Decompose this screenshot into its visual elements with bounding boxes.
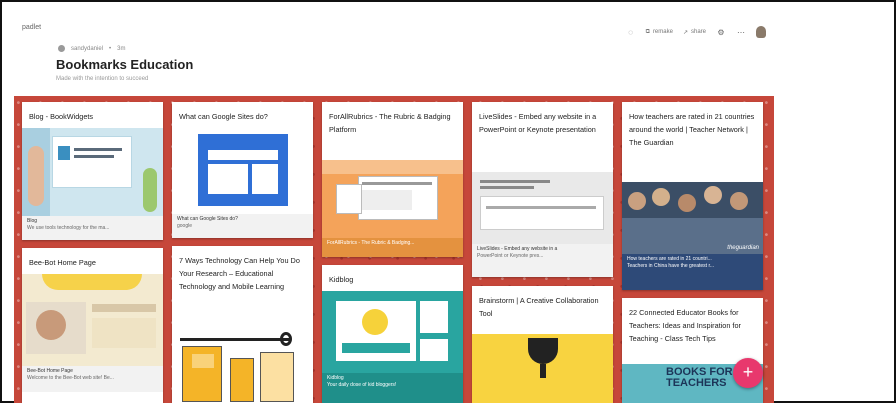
preview-title: How teachers are rated in 21 countri... — [627, 256, 712, 262]
add-post-button[interactable]: + — [733, 358, 763, 388]
post-image — [472, 172, 613, 244]
post-title: LiveSlides - Embed any website in a Powe… — [479, 112, 597, 134]
breadcrumb-separator: • — [109, 45, 112, 52]
post-title: Kidblog — [329, 275, 354, 284]
remake-label: remake — [652, 29, 673, 35]
post-card[interactable]: What can Google Sites do? What can Googl… — [172, 102, 313, 238]
post-preview: Kidblog Your daily dose of kid bloggers! — [322, 373, 463, 403]
post-title: How teachers are rated in 21 countries a… — [629, 112, 755, 147]
preview-title: ForAllRubrics - The Rubric & Badging... — [327, 240, 415, 246]
avatar[interactable] — [58, 45, 65, 52]
toolbar: ◌ ⧉ remake ↗ share ⚙ ⋯ — [626, 26, 766, 38]
post-preview: How teachers are rated in 21 countri... … — [622, 254, 763, 290]
page-title: Bookmarks Education — [56, 57, 194, 72]
preview-title: Kidblog — [327, 375, 344, 381]
loading-icon[interactable]: ◌ — [626, 27, 636, 37]
post-image — [22, 128, 163, 216]
post-card[interactable]: ForAllRubrics - The Rubric & Badging Pla… — [322, 102, 463, 257]
remake-button[interactable]: ⧉ remake — [646, 29, 673, 36]
post-title: Bee-Bot Home Page — [29, 258, 96, 267]
post-card[interactable]: Brainstorm | A Creative Collaboration To… — [472, 286, 613, 403]
preview-text: PowerPoint or Keynote pres... — [477, 253, 544, 259]
padlet-app: padlet sandydaniel • 3m Bookmarks Educat… — [14, 14, 774, 403]
preview-title: LiveSlides - Embed any website in a — [477, 246, 558, 252]
post-title: 7 Ways Technology Can Help You Do Your R… — [179, 256, 300, 291]
image-caption: theguardian — [727, 245, 759, 251]
post-title: Blog - BookWidgets — [29, 112, 94, 121]
post-card[interactable]: 22 Connected Educator Books for Teachers… — [622, 298, 763, 403]
post-title: Brainstorm | A Creative Collaboration To… — [479, 296, 599, 318]
preview-text: Your daily dose of kid bloggers! — [327, 382, 397, 388]
share-button[interactable]: ↗ share — [683, 29, 706, 36]
post-image: theguardian — [622, 182, 763, 254]
top-bar: padlet sandydaniel • 3m Bookmarks Educat… — [14, 14, 774, 96]
more-icon[interactable]: ⋯ — [736, 27, 746, 37]
post-image — [322, 291, 463, 373]
post-image — [472, 324, 613, 403]
post-preview: LiveSlides - Embed any website in a Powe… — [472, 244, 613, 277]
gear-icon[interactable]: ⚙ — [716, 27, 726, 37]
post-card[interactable]: 7 Ways Technology Can Help You Do Your R… — [172, 246, 313, 403]
post-image — [172, 128, 313, 214]
board: Blog - BookWidgets Blog We use tools tec… — [14, 96, 774, 403]
post-title: What can Google Sites do? — [179, 112, 268, 121]
preview-title: Bee-Bot Home Page — [27, 368, 73, 374]
preview-text: google — [177, 223, 193, 229]
breadcrumb-user[interactable]: sandydaniel — [71, 46, 103, 52]
copy-icon: ⧉ — [645, 28, 650, 35]
breadcrumb-time: 3m — [117, 45, 126, 52]
app-logo[interactable]: padlet — [22, 24, 41, 31]
post-card[interactable]: Kidblog Kidblog Your daily dose of kid b… — [322, 265, 463, 403]
post-title: ForAllRubrics - The Rubric & Badging Pla… — [329, 112, 451, 134]
user-avatar[interactable] — [756, 26, 766, 38]
share-icon: ↗ — [682, 29, 688, 36]
post-image — [172, 332, 313, 403]
post-card[interactable]: Bee-Bot Home Page Bee-Bot Home Page Welc… — [22, 248, 163, 403]
preview-text: Teachers in China have the greatest r... — [627, 263, 714, 269]
preview-title: What can Google Sites do? — [177, 216, 238, 222]
post-preview: ForAllRubrics - The Rubric & Badging... — [322, 238, 463, 257]
post-image — [22, 274, 163, 366]
post-card[interactable]: Blog - BookWidgets Blog We use tools tec… — [22, 102, 163, 240]
preview-text: We use tools technology for the ma... — [27, 225, 110, 231]
post-image — [322, 160, 463, 238]
post-title: 22 Connected Educator Books for Teachers… — [629, 308, 741, 343]
preview-text: Welcome to the Bee-Bot web site! Be... — [27, 375, 114, 381]
post-preview: What can Google Sites do? google — [172, 214, 313, 238]
share-label: share — [690, 29, 706, 35]
post-card[interactable]: How teachers are rated in 21 countries a… — [622, 102, 763, 290]
post-preview: Bee-Bot Home Page Welcome to the Bee-Bot… — [22, 366, 163, 392]
breadcrumb: sandydaniel • 3m — [58, 45, 125, 52]
post-preview: Blog We use tools technology for the ma.… — [22, 216, 163, 240]
page-subtitle: Made with the intention to succeed — [56, 76, 149, 82]
preview-title: Blog — [27, 218, 38, 224]
post-card[interactable]: LiveSlides - Embed any website in a Powe… — [472, 102, 613, 277]
